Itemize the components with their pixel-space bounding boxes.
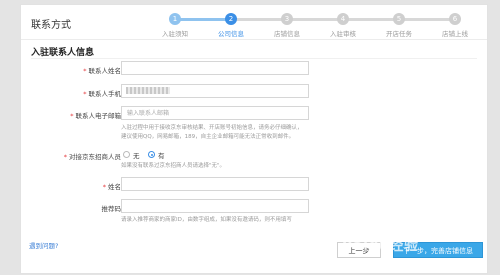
contact-name-label: * 联系人姓名 bbox=[83, 67, 121, 75]
form-card: 联系方式 1 2 3 4 5 6 入驻须知 公司信息 店铺信息 入驻审核 开店任… bbox=[20, 4, 488, 274]
step-4-label: 入驻审核 bbox=[330, 30, 356, 38]
recommender-hint: 如果没有联系过京东招商人员请选择"无"。 bbox=[121, 163, 226, 169]
progress-steps: 1 2 3 4 5 6 入驻须知 公司信息 店铺信息 入驻审核 开店任务 店铺上… bbox=[151, 9, 481, 38]
watermark-logo: Baidu经验 bbox=[342, 238, 419, 254]
recommender-label: * 对接京东招商人员 bbox=[63, 153, 121, 161]
section-title: 入驻联系人信息 bbox=[31, 48, 95, 58]
masked-phone-value bbox=[126, 87, 170, 94]
header-divider bbox=[21, 39, 487, 40]
email-hint-line-1: 入驻过程中用于接收京东审核结果、开店账号初始信息，请务必仔细确认， bbox=[121, 125, 303, 131]
recommend-code-label: 推荐码 bbox=[101, 205, 122, 213]
step-line-3 bbox=[287, 18, 343, 21]
radio-yes-label: 有 bbox=[158, 152, 165, 160]
email-hint-line-2: 建议使用QQ，网易邮箱，189，自主企业邮箱可能无法正常收到邮件。 bbox=[121, 134, 295, 140]
step-4-circle: 4 bbox=[337, 13, 349, 25]
step-2-circle: 2 bbox=[225, 13, 237, 25]
contact-phone-label: * 联系人手机 bbox=[83, 90, 121, 98]
section-divider bbox=[31, 58, 477, 59]
step-line-2 bbox=[231, 18, 287, 21]
radio-no[interactable] bbox=[123, 151, 130, 158]
step-2-label: 公司信息 bbox=[218, 30, 244, 38]
page-title: 联系方式 bbox=[31, 20, 71, 31]
contact-email-input[interactable]: 输入联系人邮箱 bbox=[121, 106, 309, 120]
recruiter-name-input[interactable] bbox=[121, 177, 309, 191]
step-3-label: 店铺信息 bbox=[274, 30, 300, 38]
step-6-circle: 6 bbox=[449, 13, 461, 25]
step-3-circle: 3 bbox=[281, 13, 293, 25]
recommend-code-hint: 请录入推荐商家的商家ID，由数字组成，如果没有邀请码，则不用填写 bbox=[121, 217, 292, 223]
contact-name-input[interactable] bbox=[121, 61, 309, 75]
step-line-1 bbox=[175, 18, 231, 21]
recruiter-name-label: * 姓名 bbox=[102, 183, 121, 191]
recommend-code-input[interactable] bbox=[121, 199, 309, 213]
screen-frame: 联系方式 1 2 3 4 5 6 入驻须知 公司信息 店铺信息 入驻审核 开店任… bbox=[0, 0, 500, 275]
radio-no-label: 无 bbox=[133, 152, 140, 160]
step-5-label: 开店任务 bbox=[386, 30, 412, 38]
step-6-label: 店铺上线 bbox=[442, 30, 468, 38]
step-1-circle: 1 bbox=[169, 13, 181, 25]
help-link[interactable]: 遇到问题? bbox=[29, 240, 58, 250]
radio-yes[interactable] bbox=[148, 151, 155, 158]
step-line-5 bbox=[399, 18, 455, 21]
step-1-label: 入驻须知 bbox=[162, 30, 188, 38]
contact-email-label: * 联系人电子邮箱 bbox=[70, 112, 121, 120]
step-line-4 bbox=[343, 18, 399, 21]
step-5-circle: 5 bbox=[393, 13, 405, 25]
